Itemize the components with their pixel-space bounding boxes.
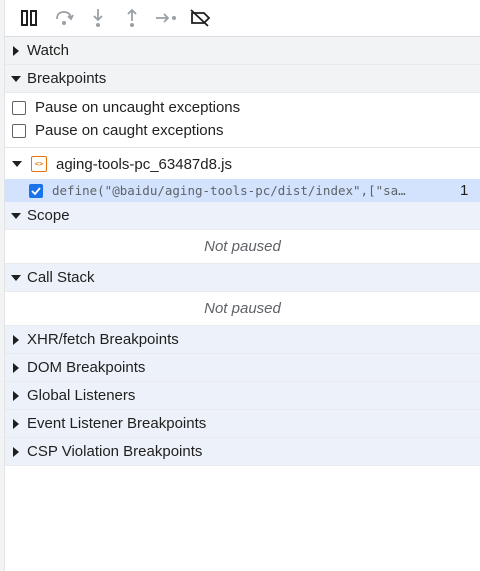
breakpoint-enabled-checkbox[interactable] (29, 183, 43, 198)
section-csp-violation-breakpoints[interactable]: CSP Violation Breakpoints (5, 438, 480, 466)
section-call-stack[interactable]: Call Stack (5, 264, 480, 292)
step-icon (156, 13, 176, 23)
scope-status: Not paused (5, 230, 480, 264)
breakpoint-line-number: 1 (460, 182, 469, 199)
collapse-arrow-icon (5, 75, 27, 83)
step-out-icon (127, 8, 137, 27)
pause-uncaught-checkbox[interactable] (12, 100, 26, 115)
step-button[interactable] (149, 3, 183, 33)
section-breakpoints[interactable]: Breakpoints (5, 65, 480, 93)
section-watch[interactable]: Watch (5, 37, 480, 65)
step-out-button[interactable] (115, 3, 149, 33)
section-title: Watch (27, 42, 69, 59)
breakpoint-options: Pause on uncaught exceptions Pause on ca… (5, 93, 480, 148)
step-into-button[interactable] (81, 3, 115, 33)
expand-arrow-icon (5, 390, 27, 401)
section-title: XHR/fetch Breakpoints (27, 331, 179, 348)
expand-arrow-icon (5, 446, 27, 457)
expand-arrow-icon (5, 45, 27, 56)
breakpoint-file-name: aging-tools-pc_63487d8.js (56, 155, 232, 173)
pause-uncaught-label: Pause on uncaught exceptions (35, 99, 241, 116)
breakpoint-code-snippet: define("@baidu/aging-tools-pc/dist/index… (52, 183, 406, 198)
section-global-listeners[interactable]: Global Listeners (5, 382, 480, 410)
section-title: Breakpoints (27, 70, 107, 87)
pause-uncaught-option[interactable]: Pause on uncaught exceptions (5, 96, 480, 119)
section-title: Event Listener Breakpoints (27, 415, 207, 432)
breakpoint-line-row[interactable]: define("@baidu/aging-tools-pc/dist/index… (5, 179, 480, 202)
pause-caught-label: Pause on caught exceptions (35, 122, 224, 139)
expand-arrow-icon (5, 362, 27, 373)
expand-arrow-icon (5, 418, 27, 429)
collapse-arrow-icon (5, 212, 27, 220)
section-dom-breakpoints[interactable]: DOM Breakpoints (5, 354, 480, 382)
pause-resume-button[interactable] (13, 3, 47, 33)
debugger-sidebar: Watch Breakpoints Pause on uncaught exce… (5, 0, 480, 466)
section-xhr-breakpoints[interactable]: XHR/fetch Breakpoints (5, 326, 480, 354)
deactivate-breakpoints-button[interactable] (183, 3, 217, 33)
section-scope[interactable]: Scope (5, 202, 480, 230)
collapse-arrow-icon (5, 274, 27, 282)
section-title: CSP Violation Breakpoints (27, 443, 203, 460)
section-event-listener-breakpoints[interactable]: Event Listener Breakpoints (5, 410, 480, 438)
call-stack-status: Not paused (5, 292, 480, 326)
pause-caught-option[interactable]: Pause on caught exceptions (5, 119, 480, 142)
deactivate-breakpoints-icon (190, 9, 211, 27)
section-title: Global Listeners (27, 387, 136, 404)
step-over-icon (56, 11, 74, 25)
script-file-icon: <> (31, 156, 47, 172)
step-into-icon (93, 9, 103, 27)
collapse-arrow-icon (12, 160, 22, 168)
expand-arrow-icon (5, 334, 27, 345)
section-title: Call Stack (27, 269, 95, 286)
breakpoint-file-row[interactable]: <> aging-tools-pc_63487d8.js (5, 149, 480, 179)
section-title: DOM Breakpoints (27, 359, 146, 376)
debugger-toolbar (5, 0, 480, 37)
pause-resume-icon (21, 10, 37, 26)
pause-caught-checkbox[interactable] (12, 123, 26, 138)
step-over-button[interactable] (47, 3, 81, 33)
section-title: Scope (27, 207, 70, 224)
